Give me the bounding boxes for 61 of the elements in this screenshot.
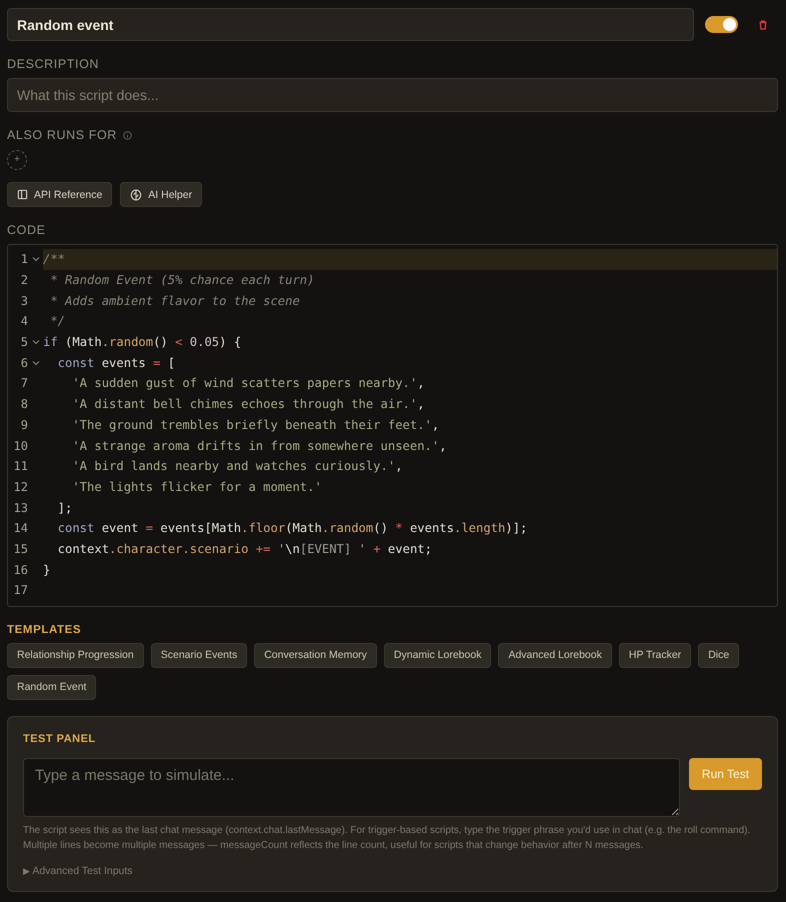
code-line: 'The lights flicker for a moment.'	[71, 480, 322, 494]
line-number: 2	[20, 273, 28, 288]
code-line: * Random Event (5% chance each turn)	[49, 273, 314, 288]
line-number: 14	[12, 521, 28, 536]
code-line: 'A sudden gust of wind scatters papers nearby.',	[71, 376, 425, 390]
code-line: 'A bird lands nearby and watches curiously.',	[71, 459, 403, 474]
enable-toggle[interactable]	[705, 16, 738, 33]
section-label: CODE	[7, 223, 47, 237]
add-button[interactable]: +	[7, 150, 27, 170]
line-number: 7	[20, 376, 28, 390]
template-chip[interactable]: Conversation Memory	[254, 642, 377, 668]
panel-title: TEST PANEL	[23, 732, 97, 745]
code-line: 'A strange aroma drifts in from somewhere unseen.',	[71, 438, 447, 453]
script-name-field[interactable]: Random event	[7, 8, 694, 41]
template-chip[interactable]: HP Tracker	[618, 642, 692, 668]
line-number: 4	[20, 314, 28, 328]
line-number: 15	[12, 542, 28, 556]
template-chip[interactable]: Advanced Lorebook	[498, 642, 612, 668]
line-number: 9	[20, 418, 28, 432]
code-line: const events = [	[56, 356, 176, 370]
template-chip[interactable]: Relationship Progression	[7, 642, 144, 668]
section-label: TEMPLATES	[7, 624, 82, 636]
line-number: 13	[12, 500, 28, 515]
line-number: 10	[12, 438, 28, 453]
fold-chevron-icon[interactable]	[32, 339, 40, 346]
fold-chevron-icon[interactable]	[32, 256, 40, 262]
code-editor[interactable]	[7, 244, 778, 607]
advanced-inputs-toggle[interactable]: ▶ Advanced Test Inputs	[23, 864, 133, 877]
message-input[interactable]: Type a message to simulate...	[23, 758, 680, 817]
code-line: /**	[43, 252, 66, 266]
line-number: 3	[20, 294, 28, 308]
description-field[interactable]: What this script does...	[7, 78, 778, 112]
code-line: 'A distant bell chimes echoes through the air.',	[71, 397, 425, 412]
tool-button[interactable]: API Reference	[7, 182, 112, 207]
line-number: 17	[12, 583, 28, 598]
line-number: 5	[20, 335, 28, 350]
template-chip[interactable]: Dynamic Lorebook	[384, 642, 492, 668]
code-line: context.character.scenario += '\n[EVENT] ' + event;	[56, 542, 432, 556]
line-number: 12	[12, 480, 28, 494]
line-number: 16	[12, 562, 28, 577]
code-line: }	[43, 562, 50, 577]
code-line: ];	[56, 500, 72, 515]
code-line: if (Math.random() < 0.05) {	[43, 335, 242, 350]
template-chip[interactable]: Random Event	[7, 674, 96, 700]
code-line: 'The ground trembles briefly beneath their feet.',	[71, 418, 440, 432]
trash-icon[interactable]	[758, 20, 768, 30]
code-line: * Adds ambient flavor to the scene	[49, 294, 300, 308]
template-chip[interactable]: Dice	[698, 642, 740, 668]
tool-button[interactable]: AI Helper	[120, 182, 202, 207]
help-text: The script sees this as the last chat message (context.chat.lastMessage). For trigger-based scripts, type the trigger phrase you'd use in chat (e.g. the roll command). Multiple lines become multiple messages — messageCount reflects the line count, useful for scripts that change behavior after N messages.	[23, 824, 752, 853]
line-number: 6	[20, 356, 28, 370]
line-number: 11	[12, 459, 28, 474]
info-icon	[122, 130, 132, 140]
code-line: */	[49, 314, 66, 328]
section-label: DESCRIPTION	[7, 57, 100, 71]
book-icon	[17, 189, 28, 200]
code-line: const event = events[Math.floor(Math.random() * events.length)];	[56, 521, 528, 536]
line-number: 8	[20, 397, 28, 412]
section-label: ALSO RUNS FOR	[7, 128, 117, 142]
fold-chevron-icon[interactable]	[32, 360, 40, 366]
template-chip[interactable]: Scenario Events	[150, 642, 248, 668]
